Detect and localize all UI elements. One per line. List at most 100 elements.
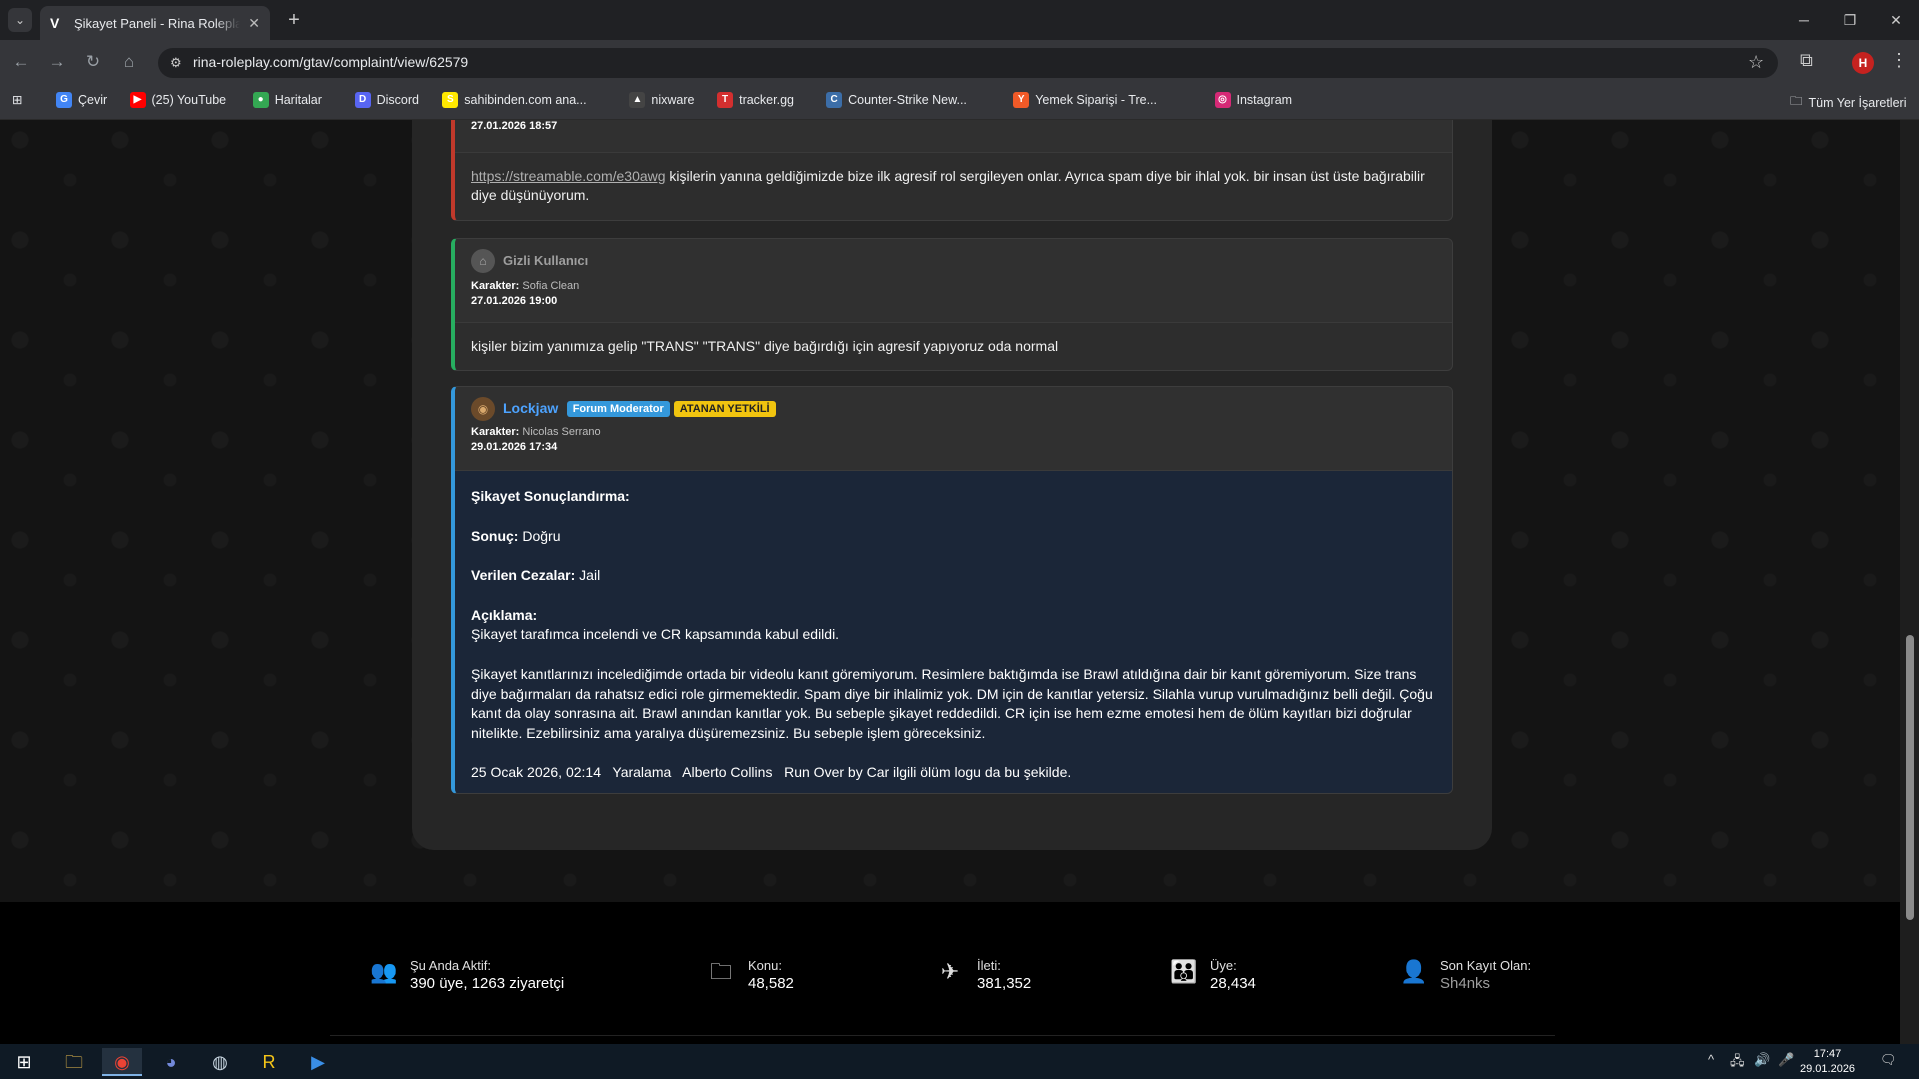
restore-button[interactable]: ❐ xyxy=(1827,0,1873,40)
stat-block: 👤 Son Kayıt Olan: Sh4nks xyxy=(1400,958,1531,994)
discord-icon[interactable]: ◕ xyxy=(151,1048,191,1076)
verdict-body: Şikayet Sonuçlandırma: Sonuç: Doğru Veri… xyxy=(455,471,1452,793)
bookmark-item[interactable]: ▶ (25) YouTube xyxy=(129,92,227,108)
new-tab-button[interactable]: + xyxy=(282,8,306,32)
stat-value[interactable]: Sh4nks xyxy=(1440,974,1531,994)
home-button[interactable]: ⌂ xyxy=(116,50,142,74)
death-log-line: 25 Ocak 2026, 02:14 Yaralama Alberto Col… xyxy=(471,764,1072,781)
bookmark-item[interactable]: ● Haritalar xyxy=(252,92,322,108)
bookmark-favicon-icon: ▶ xyxy=(129,92,146,108)
tab-search-button[interactable]: ⌄ xyxy=(8,8,32,32)
description-line: Şikayet tarafımca incelendi ve CR kapsam… xyxy=(471,626,840,643)
bookmark-label: nixware xyxy=(651,93,695,107)
bookmark-label: Counter-Strike New... xyxy=(848,93,967,107)
browser-menu-icon[interactable]: ⋮ xyxy=(1890,50,1908,71)
character-label: Karakter: xyxy=(471,280,520,292)
tab-strip: ⌄ V Şikayet Paneli - Rina Roleplay G ✕ +… xyxy=(0,0,1919,40)
stat-value: 390 üye, 1263 ziyaretçi xyxy=(410,975,565,992)
post-date: 29.01.2026 17:34 xyxy=(471,441,558,453)
reload-button[interactable]: ↻ xyxy=(80,50,106,74)
post-date: 27.01.2026 19:00 xyxy=(471,295,558,307)
username[interactable]: Gizli Kullanıcı xyxy=(503,253,588,268)
penalty-label: Verilen Cezalar: xyxy=(471,567,576,584)
folder-icon: 🗀 xyxy=(1790,94,1803,108)
post-text: kişiler bizim yanımıza gelip "TRANS" "TR… xyxy=(471,338,1059,354)
close-window-button[interactable]: ✕ xyxy=(1873,0,1919,40)
network-icon[interactable]: 🖧 xyxy=(1730,1052,1745,1074)
steam-icon[interactable]: ◍ xyxy=(200,1048,240,1076)
profile-avatar[interactable]: H xyxy=(1852,52,1874,74)
forum-stats-footer: 👥 Şu Anda Aktif: 390 üye, 1263 ziyaretçi 🗀 K… xyxy=(0,902,1900,1044)
minimize-button[interactable]: ─ xyxy=(1781,0,1827,40)
all-bookmarks-folder[interactable]: 🗀 Tüm Yer İşaretleri xyxy=(1790,92,1906,113)
back-button[interactable]: ← xyxy=(8,50,34,74)
stat-label: İleti: xyxy=(977,958,1001,973)
user-avatar[interactable]: ◉ xyxy=(471,397,495,421)
bookmark-favicon-icon: ◎ xyxy=(1214,92,1231,108)
result-value: Doğru xyxy=(518,527,561,544)
site-favicon-icon: V xyxy=(50,15,60,31)
tray-overflow-icon[interactable]: ^ xyxy=(1708,1052,1714,1067)
all-bookmarks-label: Tüm Yer İşaretleri xyxy=(1808,95,1907,110)
bookmark-item[interactable]: D Discord xyxy=(354,92,419,108)
forward-button[interactable]: → xyxy=(44,50,70,74)
stat-label: Üye: xyxy=(1210,958,1237,973)
send-icon: ✈ xyxy=(940,959,960,984)
extensions-icon[interactable]: ⧉ xyxy=(1800,50,1813,71)
bookmark-item[interactable]: Ssahibinden.com ana... xyxy=(442,92,587,108)
page-viewport: 27.01.2026 18:57 https://streamable.com/… xyxy=(0,120,1900,1044)
forum-moderator-badge: Forum Moderator xyxy=(566,401,670,417)
character-name: Nicolas Serrano xyxy=(522,426,601,438)
bookmark-star-icon[interactable]: ☆ xyxy=(1748,52,1764,73)
bookmark-favicon-icon: ● xyxy=(252,92,269,108)
assigned-staff-badge: ATANAN YETKİLİ xyxy=(673,401,776,417)
clock-time: 17:47 xyxy=(1813,1048,1842,1060)
start-button[interactable]: ⊞ xyxy=(4,1048,44,1076)
bookmark-favicon-icon: T xyxy=(717,92,734,108)
bookmark-item[interactable]: G Çevir xyxy=(56,92,107,108)
chrome-icon[interactable]: ◉ xyxy=(102,1048,142,1076)
media-player-icon[interactable]: ▶ xyxy=(298,1048,338,1076)
scrollbar-thumb[interactable] xyxy=(1906,635,1914,920)
volume-icon[interactable]: 🔊 xyxy=(1754,1052,1770,1068)
system-clock[interactable]: 17:47 29.01.2026 xyxy=(1800,1047,1855,1077)
file-explorer-icon[interactable]: 🗀 xyxy=(54,1048,94,1076)
active-tab[interactable]: V Şikayet Paneli - Rina Roleplay G ✕ xyxy=(40,6,270,40)
rage-launcher-icon[interactable]: R xyxy=(249,1048,289,1076)
bookmark-favicon-icon: ▲ xyxy=(629,92,646,108)
microphone-icon[interactable]: 🎤 xyxy=(1778,1052,1794,1068)
stat-label: Şu Anda Aktif: xyxy=(410,958,491,973)
site-info-icon[interactable]: ⚙ xyxy=(170,55,182,71)
stat-value: 28,434 xyxy=(1210,975,1256,992)
folder-icon: 🗀 xyxy=(709,959,732,984)
url-text[interactable]: rina-roleplay.com/gtav/complaint/view/62… xyxy=(193,54,468,70)
stat-value: 48,582 xyxy=(748,975,794,992)
bookmark-item[interactable]: Y Yemek Siparişi - Tre... xyxy=(1013,92,1157,108)
group-icon: 👪 xyxy=(1170,959,1198,984)
user-add-icon: 👤 xyxy=(1400,959,1428,984)
stat-block: 🗀 Konu: 48,582 xyxy=(708,958,794,994)
description-paragraph: Şikayet kanıtlarınızı incelediğimde orta… xyxy=(471,665,1433,741)
bookmark-label: (25) YouTube xyxy=(151,93,227,107)
bookmark-favicon-icon: D xyxy=(354,92,371,108)
bookmark-favicon-icon: Y xyxy=(1013,92,1030,108)
reply-post-1: 27.01.2026 18:57 https://streamable.com/… xyxy=(451,120,1453,221)
close-tab-icon[interactable]: ✕ xyxy=(248,15,260,32)
moderator-username[interactable]: Lockjaw xyxy=(503,400,558,416)
bookmark-item[interactable]: ◎ Instagram xyxy=(1214,92,1292,108)
bookmark-item[interactable]: Ttracker.gg xyxy=(717,92,794,108)
bookmark-favicon-icon: G xyxy=(56,92,72,108)
bookmark-label: tracker.gg xyxy=(739,93,794,107)
streamable-link[interactable]: https://streamable.com/e30awg xyxy=(471,168,666,184)
verdict-heading: Şikayet Sonuçlandırma: xyxy=(471,488,630,504)
apps-icon[interactable]: ⊞ xyxy=(12,92,22,107)
bookmark-label: sahibinden.com ana... xyxy=(464,93,587,107)
bookmark-item[interactable]: C Counter-Strike New... xyxy=(826,92,967,108)
clock-date: 29.01.2026 xyxy=(1800,1063,1856,1075)
penalty-value: Jail xyxy=(575,567,601,584)
description-label: Açıklama: xyxy=(471,606,538,623)
moderator-post: ◉ Lockjaw Forum Moderator ATANAN YETKİLİ K… xyxy=(451,386,1453,794)
reply-post-2: ⌂ Gizli Kullanıcı Karakter: Sofia Clean 2… xyxy=(451,238,1453,371)
notifications-icon[interactable]: 🗨 xyxy=(1880,1052,1897,1068)
bookmark-item[interactable]: ▲ nixware xyxy=(629,92,694,108)
